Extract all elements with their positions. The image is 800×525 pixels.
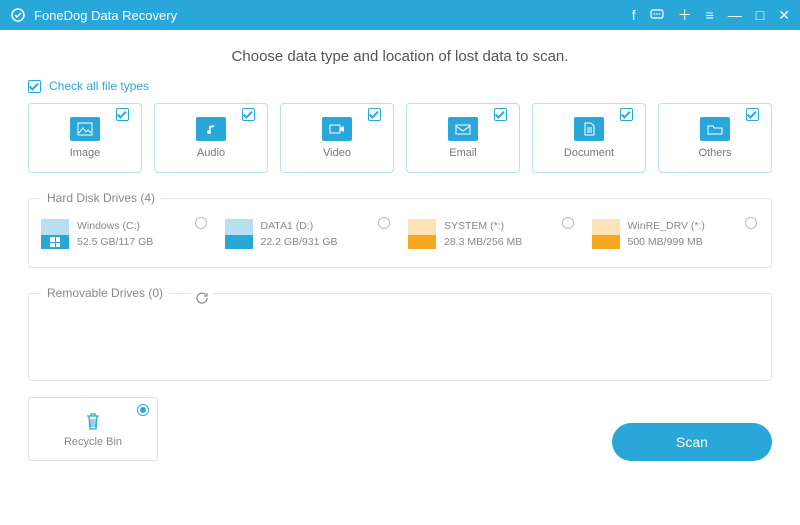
type-label: Audio [197, 147, 225, 159]
minimize-icon[interactable]: — [728, 8, 742, 22]
facebook-icon[interactable]: f [632, 8, 636, 22]
type-label: Image [70, 147, 101, 159]
type-checkbox[interactable] [368, 108, 381, 121]
type-card-image[interactable]: Image [28, 103, 142, 173]
disk-icon [41, 219, 69, 249]
file-types-row: Image Audio Video Email Document [28, 103, 772, 173]
video-icon [322, 117, 352, 141]
hard-disk-list: Windows (C:)52.5 GB/117 GB DATA1 (D:)22.2… [41, 219, 759, 261]
window-controls: f ＋ ≡ — □ ✕ [632, 8, 790, 22]
type-checkbox[interactable] [116, 108, 129, 121]
disk-icon [408, 219, 436, 249]
hard-disk-legend: Hard Disk Drives (4) [41, 191, 161, 205]
removable-group: Removable Drives (0) [28, 286, 772, 381]
type-label: Video [323, 147, 351, 159]
type-checkbox[interactable] [242, 108, 255, 121]
image-icon [70, 117, 100, 141]
feedback-icon[interactable] [650, 8, 664, 22]
drive-item[interactable]: Windows (C:)52.5 GB/117 GB [41, 219, 209, 261]
drive-radio[interactable] [195, 217, 207, 229]
drive-radio[interactable] [562, 217, 574, 229]
drive-name: WinRE_DRV (*:) [628, 219, 705, 235]
drive-info: WinRE_DRV (*:)500 MB/999 MB [628, 219, 705, 251]
drive-size: 28.3 MB/256 MB [444, 235, 522, 251]
app-logo-icon [10, 7, 26, 23]
drive-name: DATA1 (D:) [261, 219, 338, 235]
audio-icon [196, 117, 226, 141]
drive-name: SYSTEM (*:) [444, 219, 522, 235]
drive-item[interactable]: WinRE_DRV (*:)500 MB/999 MB [592, 219, 760, 261]
others-icon [700, 117, 730, 141]
close-icon[interactable]: ✕ [778, 8, 790, 22]
app-title: FoneDog Data Recovery [34, 8, 632, 23]
drive-info: DATA1 (D:)22.2 GB/931 GB [261, 219, 338, 251]
headline: Choose data type and location of lost da… [28, 48, 772, 65]
maximize-icon[interactable]: □ [756, 8, 764, 22]
bottom-row: Recycle Bin Scan [28, 397, 772, 461]
disk-icon [592, 219, 620, 249]
recycle-radio[interactable] [137, 404, 149, 416]
removable-body [41, 314, 759, 374]
drive-radio[interactable] [745, 217, 757, 229]
type-label: Document [564, 147, 614, 159]
email-icon [448, 117, 478, 141]
drive-radio[interactable] [378, 217, 390, 229]
check-all-row[interactable]: Check all file types [28, 79, 772, 93]
type-card-others[interactable]: Others [658, 103, 772, 173]
type-checkbox[interactable] [620, 108, 633, 121]
recycle-label: Recycle Bin [64, 436, 122, 448]
type-card-video[interactable]: Video [280, 103, 394, 173]
trash-icon [82, 410, 104, 432]
hard-disk-group: Hard Disk Drives (4) Windows (C:)52.5 GB… [28, 191, 772, 268]
recycle-bin-card[interactable]: Recycle Bin [28, 397, 158, 461]
document-icon [574, 117, 604, 141]
drive-name: Windows (C:) [77, 219, 153, 235]
type-checkbox[interactable] [494, 108, 507, 121]
drive-size: 500 MB/999 MB [628, 235, 705, 251]
main-content: Choose data type and location of lost da… [0, 30, 800, 525]
app-window: FoneDog Data Recovery f ＋ ≡ — □ ✕ Choose… [0, 0, 800, 525]
drive-size: 22.2 GB/931 GB [261, 235, 338, 251]
type-card-document[interactable]: Document [532, 103, 646, 173]
scan-button[interactable]: Scan [612, 423, 772, 461]
drive-item[interactable]: SYSTEM (*:)28.3 MB/256 MB [408, 219, 576, 261]
removable-legend: Removable Drives (0) [41, 286, 169, 300]
scan-button-label: Scan [676, 434, 708, 450]
check-all-label: Check all file types [49, 79, 149, 93]
type-checkbox[interactable] [746, 108, 759, 121]
type-card-email[interactable]: Email [406, 103, 520, 173]
type-label: Others [698, 147, 731, 159]
plus-icon[interactable]: ＋ [678, 8, 692, 22]
type-label: Email [449, 147, 477, 159]
check-all-checkbox[interactable] [28, 80, 41, 93]
refresh-icon[interactable] [191, 291, 213, 305]
menu-icon[interactable]: ≡ [706, 8, 714, 22]
drive-info: SYSTEM (*:)28.3 MB/256 MB [444, 219, 522, 251]
drive-item[interactable]: DATA1 (D:)22.2 GB/931 GB [225, 219, 393, 261]
drive-info: Windows (C:)52.5 GB/117 GB [77, 219, 153, 251]
drive-size: 52.5 GB/117 GB [77, 235, 153, 251]
type-card-audio[interactable]: Audio [154, 103, 268, 173]
titlebar: FoneDog Data Recovery f ＋ ≡ — □ ✕ [0, 0, 800, 30]
disk-icon [225, 219, 253, 249]
